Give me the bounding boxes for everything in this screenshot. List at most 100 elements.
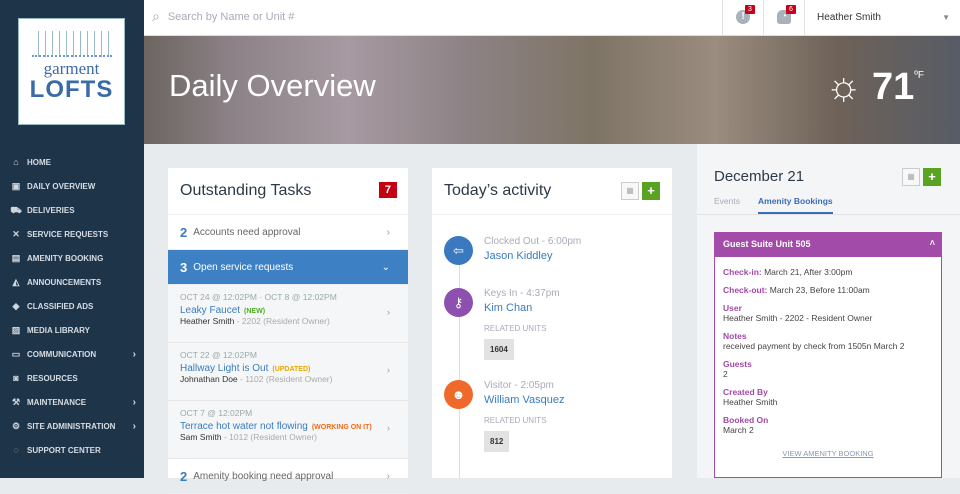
event-icon: ⇦ <box>444 236 473 265</box>
status-badge: (NEW) <box>244 308 266 315</box>
task-group-accounts[interactable]: 2 Accounts need approval › <box>168 215 408 250</box>
sidebar: garment LOFTS ⌂ HOME ▣ DAILY OVERVIEW ⛟ DELIV… <box>0 0 144 478</box>
sidebar-item[interactable]: ◙ RESOURCES <box>0 366 144 390</box>
sidebar-item[interactable]: ✕ SERVICE REQUESTS <box>0 222 144 246</box>
status-badge: (WORKING ON IT) <box>311 424 372 431</box>
field-value: Heather Smith - 2202 - Resident Owner <box>723 313 873 323</box>
chevron-down-icon: ▼ <box>942 13 950 22</box>
checkin-label: Check-in: <box>723 267 762 277</box>
notifications-button[interactable]: ◔ 6 <box>763 0 804 36</box>
chevron-up-icon: ˄ <box>929 238 935 248</box>
calendar-button[interactable]: ▦ <box>621 182 639 200</box>
calendar-button[interactable]: ▦ <box>902 168 920 186</box>
alerts-button[interactable]: ! 3 <box>722 0 763 36</box>
event-person[interactable]: William Vasquez <box>484 394 654 406</box>
event-person[interactable]: Jason Kiddley <box>484 250 654 262</box>
sidebar-item[interactable]: ▤ AMENITY BOOKING <box>0 246 144 270</box>
nav-icon: ◆ <box>12 301 20 311</box>
sidebar-item[interactable]: ▭ COMMUNICATION › <box>0 342 144 366</box>
timeline-line <box>459 248 460 478</box>
sidebar-item[interactable]: ◆ CLASSIFIED ADS <box>0 294 144 318</box>
user-name: Heather Smith <box>817 12 881 23</box>
count: 3 <box>180 259 188 275</box>
nav-icon: ⚙ <box>11 421 21 431</box>
related-units-label: RELATED UNITS <box>484 324 547 333</box>
request-date: OCT 24 @ 12:02PM · OCT 8 @ 12:02PM <box>180 292 337 302</box>
nav-icon: ⛟ <box>10 205 22 215</box>
nav-icon: ▭ <box>11 349 21 359</box>
sidebar-item-label: RESOURCES <box>27 373 78 383</box>
booking-title: Guest Suite Unit 505 <box>723 239 811 249</box>
logo[interactable]: garment LOFTS <box>18 18 125 125</box>
booking-header[interactable]: Guest Suite Unit 505 ˄ <box>715 233 941 257</box>
event-type: Clocked Out - 6:00pm <box>484 236 582 247</box>
sidebar-item[interactable]: ◌ SUPPORT CENTER <box>0 438 144 462</box>
checkin-value: March 21, After 3:00pm <box>761 267 853 277</box>
search-input[interactable]: ⌕ Search by Name or Unit # <box>152 8 294 25</box>
nav-icon: ▣ <box>11 181 21 191</box>
user-menu[interactable]: Heather Smith ▼ <box>804 0 960 36</box>
event-person[interactable]: Kim Chan <box>484 302 654 314</box>
nav-icon: ◌ <box>13 445 19 455</box>
add-button[interactable]: + <box>642 182 660 200</box>
related-units-label: RELATED UNITS <box>484 416 547 425</box>
sidebar-item-label: SERVICE REQUESTS <box>27 229 109 239</box>
service-request-item[interactable]: OCT 22 @ 12:02PM Hallway Light is Out (UPD… <box>168 343 408 401</box>
field-label: Notes <box>723 331 747 341</box>
sidebar-nav: ⌂ HOME ▣ DAILY OVERVIEW ⛟ DELIVERIES ✕ SERVICE … <box>0 150 144 462</box>
unit: - 1012 (Resident Owner) <box>221 432 318 442</box>
tab-events[interactable]: Events <box>714 196 740 214</box>
view-amenity-booking-link[interactable]: VIEW AMENITY BOOKING <box>715 449 941 458</box>
search-icon: ⌕ <box>152 8 160 24</box>
event-icon: ☻ <box>444 380 473 409</box>
nav-icon: ▨ <box>11 325 21 335</box>
sidebar-item[interactable]: ▨ MEDIA LIBRARY <box>0 318 144 342</box>
add-button[interactable]: + <box>923 168 941 186</box>
field-label: Guests <box>723 359 752 369</box>
card-title: Today’s activity <box>444 182 552 199</box>
sidebar-item-label: MAINTENANCE <box>27 397 87 407</box>
count: 2 <box>180 468 188 484</box>
sidebar-item[interactable]: ⚙ SITE ADMINISTRATION › <box>0 414 144 438</box>
checkout-label: Check-out: <box>723 285 768 295</box>
search-placeholder: Search by Name or Unit # <box>167 10 295 23</box>
request-title[interactable]: Leaky Faucet <box>180 305 240 316</box>
sidebar-item[interactable]: ⛟ DELIVERIES <box>0 198 144 222</box>
chevron-right-icon: › <box>386 226 390 238</box>
logo-text-lofts: LOFTS <box>29 76 114 103</box>
nav-icon: ▤ <box>11 253 21 263</box>
event-type: Visitor - 2:05pm <box>484 380 554 391</box>
nav-icon: ⚒ <box>11 397 21 407</box>
unit: - 2202 (Resident Owner) <box>234 316 330 326</box>
field-label: User <box>723 303 742 313</box>
field-label: Booked On <box>723 415 769 425</box>
tab-amenity-bookings[interactable]: Amenity Bookings <box>758 196 833 214</box>
chevron-right-icon: › <box>387 365 390 375</box>
card-title: Outstanding Tasks <box>180 182 312 199</box>
unit-chip[interactable]: 1604 <box>484 339 514 360</box>
divider <box>697 214 960 215</box>
service-request-item[interactable]: OCT 24 @ 12:02PM · OCT 8 @ 12:02PM Leaky … <box>168 285 408 343</box>
task-group-service-requests[interactable]: 3 Open service requests ⌄ <box>168 250 408 285</box>
nav-icon: ◭ <box>12 277 20 287</box>
sidebar-item-label: DELIVERIES <box>27 205 75 215</box>
sidebar-item[interactable]: ⌂ HOME <box>0 150 144 174</box>
nav-icon: ✕ <box>12 229 20 239</box>
sidebar-item-label: HOME <box>27 157 51 167</box>
request-date: OCT 7 @ 12:02PM <box>180 408 253 418</box>
service-request-item[interactable]: OCT 7 @ 12:02PM Terrace hot water not flo… <box>168 401 408 459</box>
chevron-down-icon: ⌄ <box>381 261 390 273</box>
unit: - 1102 (Resident Owner) <box>237 374 333 384</box>
field-value: received payment by check from 1505n Mar… <box>723 341 905 351</box>
unit-chip[interactable]: 812 <box>484 431 510 452</box>
sidebar-item[interactable]: ⚒ MAINTENANCE › <box>0 390 144 414</box>
sidebar-item[interactable]: ◭ ANNOUNCEMENTS <box>0 270 144 294</box>
sidebar-item[interactable]: ▣ DAILY OVERVIEW <box>0 174 144 198</box>
chevron-right-icon: › <box>132 348 136 360</box>
chevron-right-icon: › <box>132 396 136 408</box>
request-title[interactable]: Terrace hot water not flowing <box>180 421 308 432</box>
label: Open service requests <box>193 261 294 273</box>
nav-icon: ◙ <box>13 373 19 383</box>
task-group-amenity[interactable]: 2 Amenity booking need approval › <box>168 459 408 494</box>
request-title[interactable]: Hallway Light is Out <box>180 363 268 374</box>
